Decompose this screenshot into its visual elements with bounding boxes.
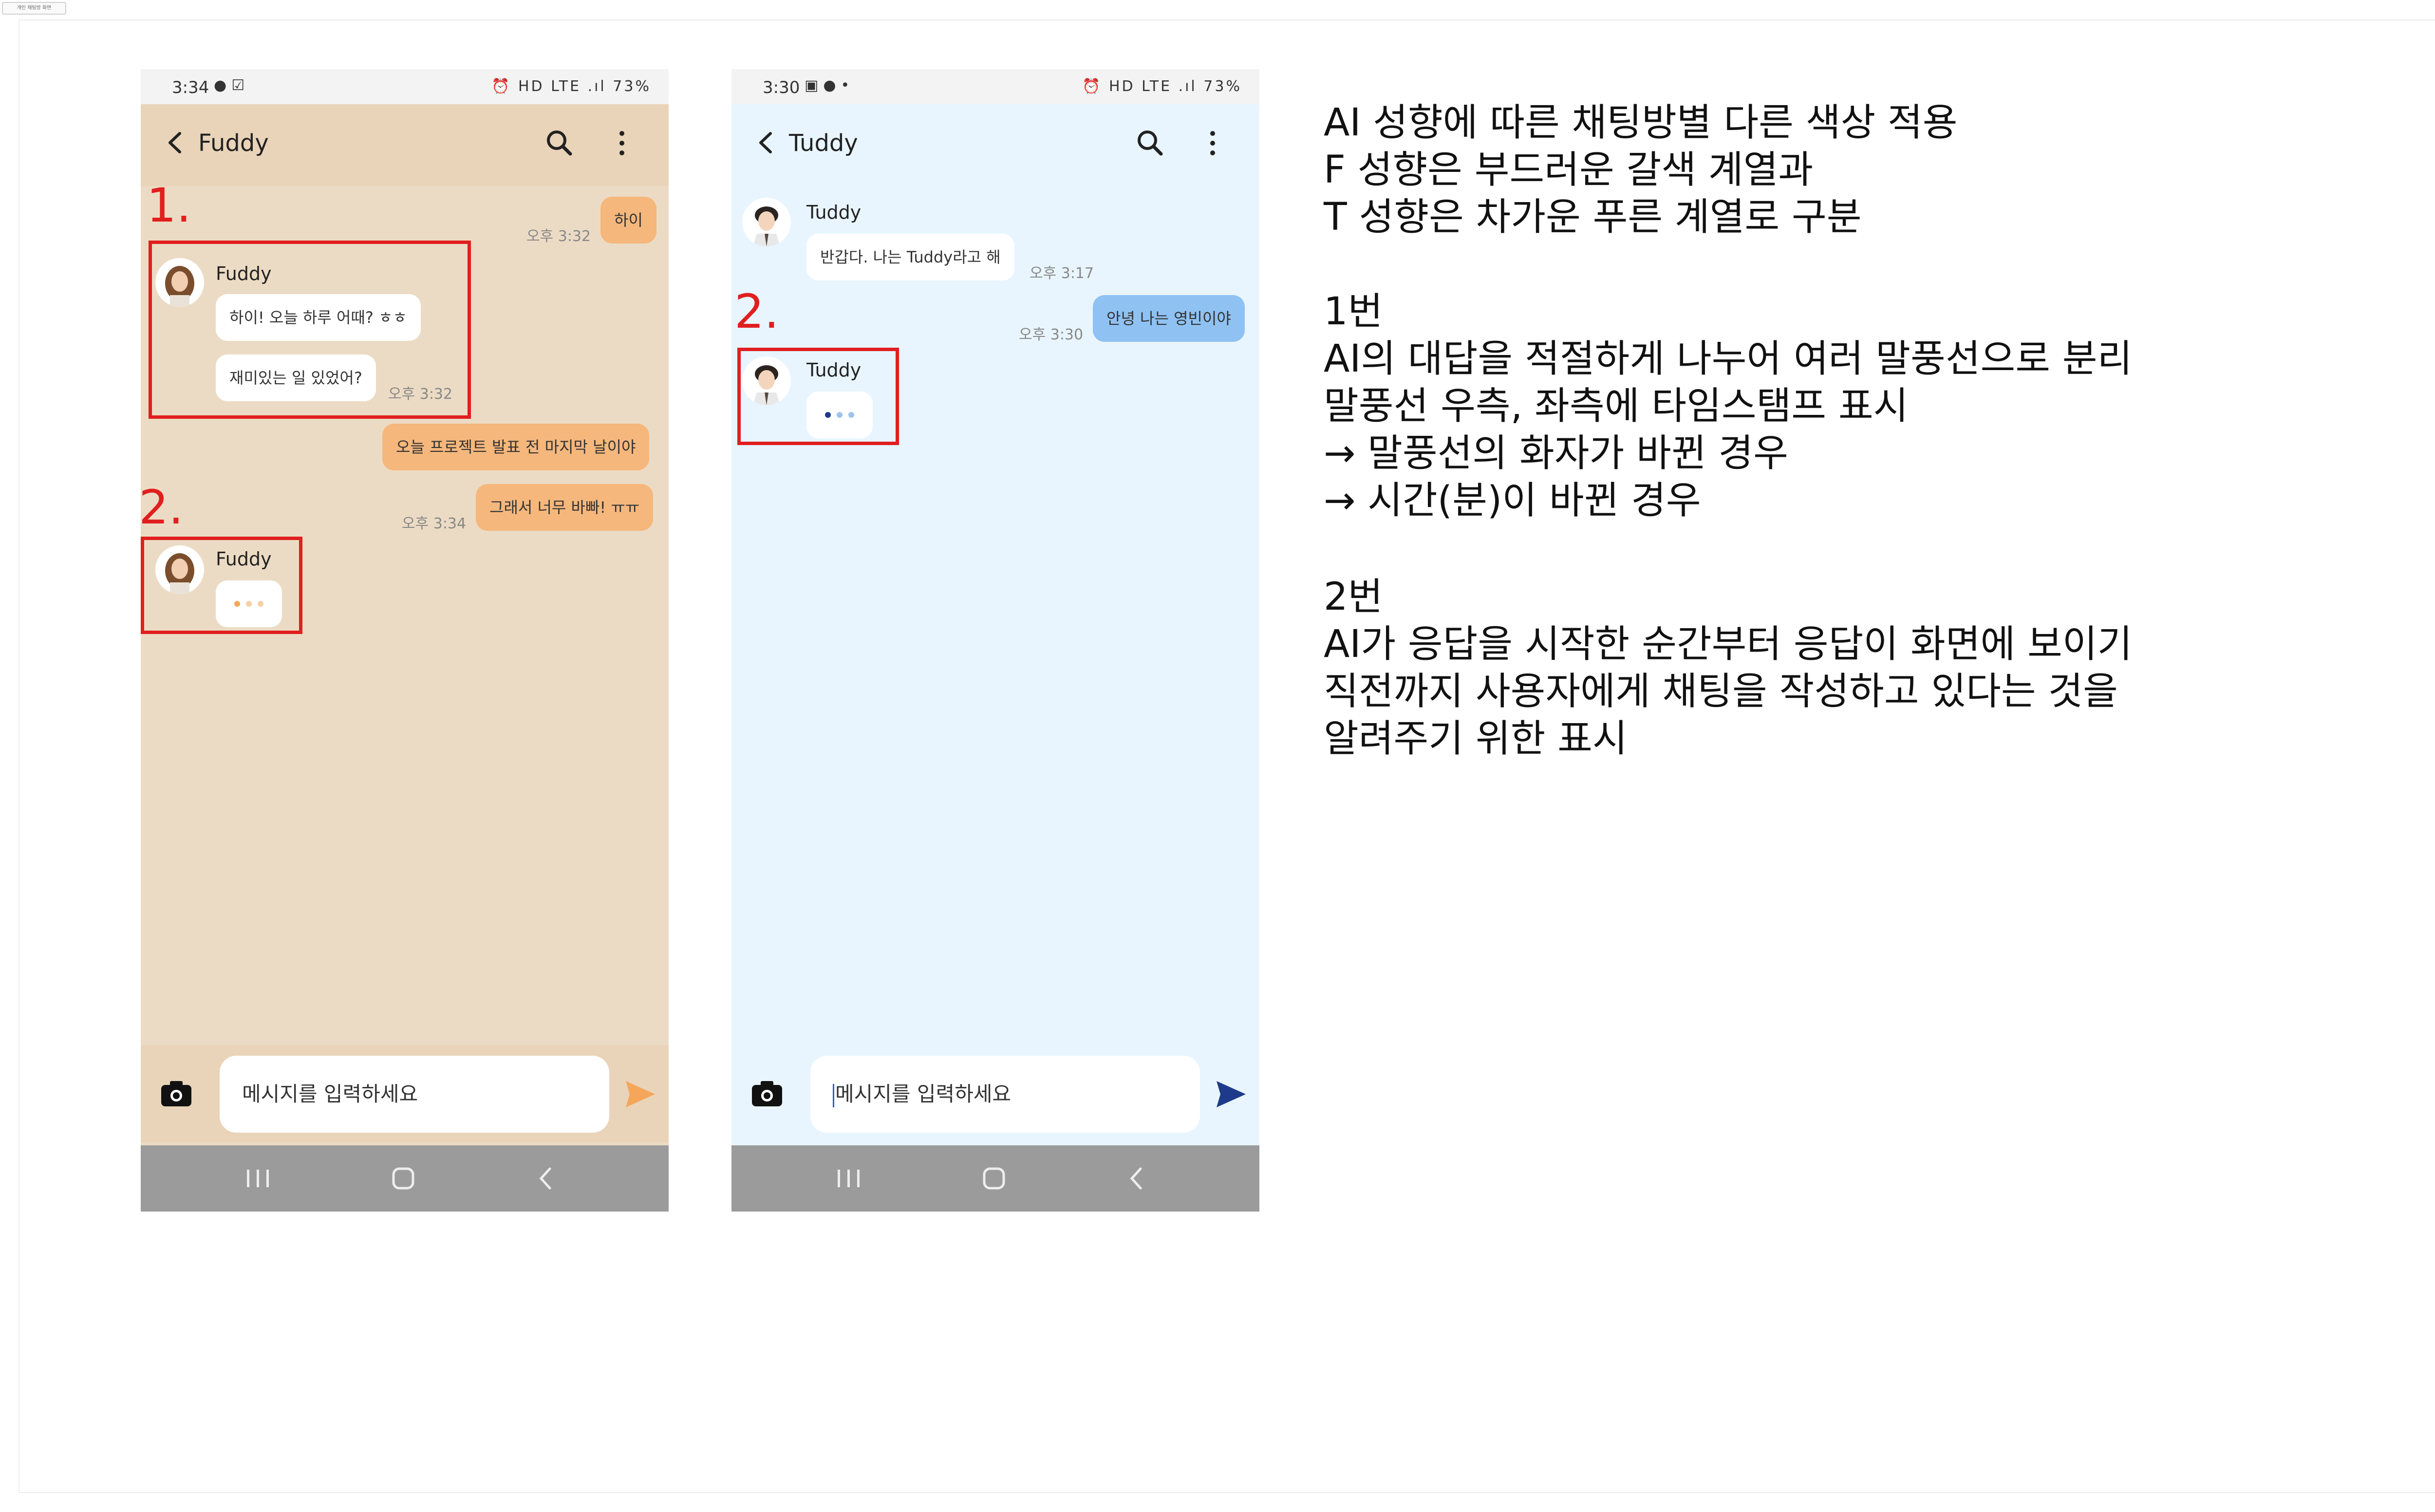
search-icon[interactable] — [1131, 124, 1170, 163]
notification-icons: ▣●• — [805, 77, 854, 94]
message-icon: ● — [214, 77, 232, 94]
back-arrow-icon[interactable] — [159, 126, 193, 160]
status-right-text: HD LTE .ıl 73% — [518, 78, 651, 95]
sender-name: Fuddy — [216, 263, 272, 284]
chat-header: Fuddy — [141, 104, 669, 186]
tuddy-avatar — [742, 198, 791, 246]
user-message-bubble: 그래서 너무 바빠! ㅠㅠ — [476, 484, 654, 531]
message-timestamp: 오후 3:32 — [388, 386, 453, 403]
sender-name: Tuddy — [806, 359, 862, 381]
status-time: 3:34 — [172, 78, 209, 97]
message-timestamp: 오후 3:17 — [1030, 265, 1094, 282]
message-timestamp: 오후 3:32 — [526, 228, 591, 245]
tuddy-phone-screen: 3:30 ▣●• ⏰ HD LTE .ıl 73% Tuddy Tuddy 반갑… — [731, 69, 1259, 1212]
text-caret — [833, 1083, 834, 1107]
status-indicators: ⏰ HD LTE .ıl 73% — [491, 78, 651, 95]
camera-icon[interactable] — [159, 1079, 193, 1108]
message-input-bar: 메시지를 입력하세요 — [731, 1045, 1259, 1142]
fuddy-phone-screen: 3:34 ●☑ ⏰ HD LTE .ıl 73% Fuddy 하이 오후 3:3… — [141, 69, 669, 1212]
check-icon: ☑ — [231, 77, 250, 94]
input-placeholder: 메시지를 입력하세요 — [835, 1082, 1011, 1106]
recent-apps-icon[interactable] — [834, 1168, 863, 1189]
message-input[interactable]: 메시지를 입력하세요 — [810, 1056, 1200, 1133]
ai-message-bubble: 재미있는 일 있었어? — [216, 355, 376, 401]
tuddy-avatar — [742, 356, 791, 405]
design-notes: AI 성향에 따른 채팅방별 다른 색상 적용 F 성향은 부드러운 갈색 계열… — [1324, 99, 2395, 763]
chat-header: Tuddy — [731, 104, 1259, 186]
home-icon[interactable] — [391, 1166, 416, 1191]
notification-icons: ●☑ — [214, 77, 249, 94]
section-1-title: 1번 — [1324, 290, 1383, 334]
section-2-title: 2번 — [1324, 575, 1383, 619]
note-line: 말풍선 우측, 좌측에 타임스탬프 표시 — [1324, 384, 1909, 428]
note-line: → 말풍선의 화자가 바뀐 경우 — [1324, 431, 1788, 475]
typing-dot — [246, 601, 252, 607]
more-options-icon[interactable] — [602, 124, 641, 163]
send-icon[interactable] — [1214, 1077, 1248, 1111]
annotation-number-2: 2. — [141, 480, 184, 535]
message-input[interactable]: 메시지를 입력하세요 — [220, 1056, 609, 1133]
info-icon: ● — [823, 77, 841, 94]
sender-name: Fuddy — [216, 548, 272, 570]
message-input-bar: 메시지를 입력하세요 — [141, 1045, 669, 1142]
message-timestamp: 오후 3:34 — [402, 515, 467, 532]
home-icon[interactable] — [981, 1166, 1007, 1191]
user-message-bubble: 하이 — [600, 197, 656, 243]
system-navigation-bar — [731, 1145, 1259, 1212]
back-arrow-icon[interactable] — [750, 126, 784, 160]
ai-message-bubble: 반갑다. 나는 Tuddy라고 해 — [806, 234, 1014, 280]
note-line: T 성향은 차가운 푸른 계열로 구분 — [1324, 195, 1862, 239]
annotation-number-2: 2. — [734, 284, 779, 339]
typing-dot — [234, 601, 240, 607]
image-icon: ▣ — [805, 77, 824, 94]
user-message-bubble: 안녕 나는 영빈이야 — [1093, 295, 1245, 342]
dot-icon: • — [841, 77, 855, 94]
system-navigation-bar — [141, 1145, 669, 1212]
chat-title: Fuddy — [198, 130, 269, 157]
status-bar: 3:34 ●☑ ⏰ HD LTE .ıl 73% — [141, 69, 669, 104]
alarm-icon: ⏰ — [1082, 78, 1103, 95]
note-line: AI가 응답을 시작한 순간부터 응답이 화면에 보이기 — [1324, 622, 2133, 666]
fuddy-avatar — [155, 545, 204, 594]
sender-name: Tuddy — [806, 202, 862, 223]
typing-dot — [825, 412, 831, 418]
status-indicators: ⏰ HD LTE .ıl 73% — [1082, 78, 1242, 95]
typing-dot — [837, 412, 843, 418]
status-bar: 3:30 ▣●• ⏰ HD LTE .ıl 73% — [731, 69, 1259, 104]
nav-back-icon[interactable] — [533, 1166, 559, 1191]
more-options-icon[interactable] — [1193, 124, 1232, 163]
typing-dot — [848, 412, 854, 418]
input-placeholder: 메시지를 입력하세요 — [242, 1082, 418, 1106]
alarm-icon: ⏰ — [491, 78, 512, 95]
send-icon[interactable] — [623, 1077, 657, 1111]
message-timestamp: 오후 3:30 — [1019, 326, 1084, 343]
status-time: 3:30 — [763, 78, 800, 97]
camera-icon[interactable] — [750, 1079, 784, 1108]
document-tab[interactable]: 개인 채팅방 화면 — [2, 2, 66, 15]
recent-apps-icon[interactable] — [243, 1168, 272, 1189]
chat-title: Tuddy — [789, 130, 858, 157]
note-line: AI의 대답을 적절하게 나누어 여러 말풍선으로 분리 — [1324, 337, 2133, 381]
note-line: 알려주기 위한 표시 — [1324, 717, 1628, 761]
status-right-text: HD LTE .ıl 73% — [1108, 78, 1242, 95]
note-line: → 시간(분)이 바뀐 경우 — [1324, 479, 1701, 523]
note-line: F 성향은 부드러운 갈색 계열과 — [1324, 148, 1814, 192]
typing-dot — [258, 601, 263, 607]
typing-indicator — [216, 580, 282, 627]
typing-indicator — [806, 392, 873, 438]
note-line: 직전까지 사용자에게 채팅을 작성하고 있다는 것을 — [1324, 670, 2118, 713]
ai-message-bubble: 하이! 오늘 하루 어때? ㅎㅎ — [216, 294, 421, 341]
annotation-number-1: 1. — [147, 178, 191, 233]
note-line: AI 성향에 따른 채팅방별 다른 색상 적용 — [1324, 101, 1958, 145]
search-icon[interactable] — [540, 124, 579, 163]
fuddy-avatar — [155, 258, 204, 307]
nav-back-icon[interactable] — [1124, 1166, 1149, 1191]
user-message-bubble: 오늘 프로젝트 발표 전 마지막 날이야 — [382, 424, 650, 470]
